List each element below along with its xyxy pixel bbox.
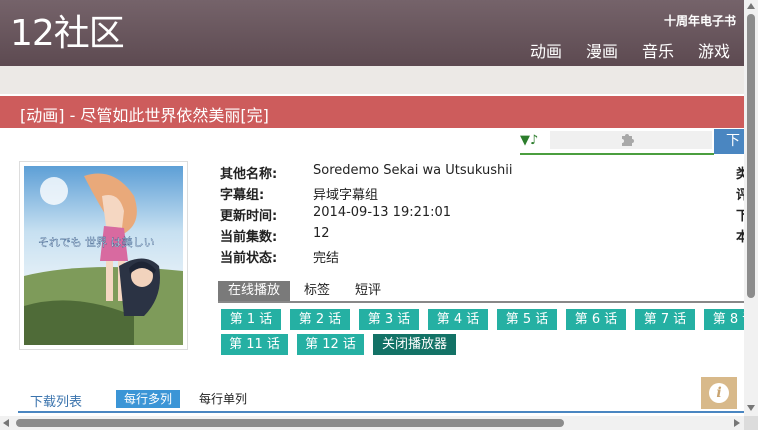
svg-text:それでも 世界 は美しい: それでも 世界 は美しい <box>38 236 155 249</box>
info-row: 更新时间: 2014-09-13 19:21:01 <box>220 205 512 226</box>
episode-button[interactable]: 第 6 话 <box>566 309 626 330</box>
download-list-header: 下载列表 每行多列 每行单列 <box>18 389 744 413</box>
horizontal-scrollbar[interactable] <box>0 416 744 430</box>
page-title: [动画] - 尽管如此世界依然美丽[完] <box>20 106 269 125</box>
right-label: 本 <box>736 230 744 245</box>
puzzle-icon <box>620 131 636 151</box>
tab-reviews[interactable]: 短评 <box>355 281 381 301</box>
tab-online-play[interactable]: 在线播放 <box>218 281 291 301</box>
right-label: 下 <box>736 209 744 224</box>
scroll-up-arrow-icon[interactable] <box>747 3 755 9</box>
download-button[interactable]: 下 <box>714 129 744 154</box>
info-value: 2014-09-13 19:21:01 <box>313 205 452 220</box>
info-value: Soredemo Sekai wa Utsukushii <box>313 163 513 178</box>
info-label: 其他名称: <box>220 167 278 182</box>
episode-button[interactable]: 第 11 话 <box>221 334 288 355</box>
info-label: 当前状态: <box>220 251 278 266</box>
info-row: 当前集数: 12 <box>220 226 512 247</box>
close-player-button[interactable]: 关闭播放器 <box>373 334 456 355</box>
info-label: 字幕组: <box>220 188 265 203</box>
info-label: 更新时间: <box>220 209 278 224</box>
anime-info: 其他名称: Soredemo Sekai wa Utsukushii 字幕组: … <box>220 163 512 268</box>
episode-button[interactable]: 第 12 话 <box>297 334 364 355</box>
info-value: 完结 <box>313 251 340 266</box>
site-logo[interactable]: 12社区 <box>10 12 125 56</box>
site-header: 12社区 十周年电子书 动画 漫画 音乐 游戏 <box>0 0 744 66</box>
vertical-scrollbar[interactable] <box>744 0 758 430</box>
info-row: 字幕组: 异域字幕组 <box>220 184 512 205</box>
episode-button[interactable]: 第 2 话 <box>290 309 350 330</box>
episode-button[interactable]: 第 5 话 <box>497 309 557 330</box>
info-icon: i <box>709 383 729 403</box>
info-value[interactable]: 异域字幕组 <box>313 184 378 205</box>
nav-anime[interactable]: 动画 <box>530 38 562 62</box>
info-row: 当前状态: 完结 <box>220 247 512 268</box>
scroll-left-arrow-icon[interactable] <box>3 419 9 427</box>
title-bar: [动画] - 尽管如此世界依然美丽[完] <box>0 96 744 128</box>
episode-button[interactable]: 第 1 话 <box>221 309 281 330</box>
scroll-right-arrow-icon[interactable] <box>734 419 740 427</box>
anniversary-ebook-link[interactable]: 十周年电子书 <box>664 12 736 29</box>
main-nav: 动画 漫画 音乐 游戏 <box>530 38 730 62</box>
sub-header-band <box>0 66 744 94</box>
episode-button[interactable]: 第 7 话 <box>635 309 695 330</box>
plugin-placeholder[interactable] <box>550 131 712 149</box>
episode-list: 第 1 话 第 2 话 第 3 话 第 4 话 第 5 话 第 6 话 第 7 … <box>221 309 744 359</box>
episode-button[interactable]: 第 3 话 <box>359 309 419 330</box>
info-row: 其他名称: Soredemo Sekai wa Utsukushii <box>220 163 512 184</box>
vertical-scroll-thumb[interactable] <box>747 14 755 298</box>
episode-button[interactable]: 第 4 话 <box>428 309 488 330</box>
right-label: 评 <box>736 188 744 203</box>
nav-manga[interactable]: 漫画 <box>586 38 618 62</box>
download-list-title: 下载列表 <box>30 395 83 410</box>
tab-tags[interactable]: 标签 <box>304 281 330 301</box>
scroll-down-arrow-icon[interactable] <box>747 405 755 411</box>
horizontal-scroll-thumb[interactable] <box>16 419 564 427</box>
info-label: 当前集数: <box>220 230 278 245</box>
detail-tabs: 在线播放 标签 短评 <box>218 281 744 303</box>
nav-music[interactable]: 音乐 <box>642 38 674 62</box>
cover-artwork: それでも 世界 は美しい <box>24 166 183 345</box>
right-info-column: 类 评 下 本 <box>736 163 744 247</box>
cover-image: それでも 世界 は美しい <box>19 161 188 350</box>
right-label: 类 <box>736 167 744 182</box>
scrollbar-corner <box>744 416 758 430</box>
single-column-mode-button[interactable]: 每行单列 <box>199 390 247 408</box>
info-value: 12 <box>313 226 330 241</box>
info-button[interactable]: i <box>701 377 737 409</box>
episode-button[interactable]: 第 8 话 <box>704 309 744 330</box>
multi-column-mode-button[interactable]: 每行多列 <box>116 390 181 408</box>
music-player[interactable]: ▼♪ <box>520 129 714 155</box>
music-icon[interactable]: ▼♪ <box>520 133 538 148</box>
nav-games[interactable]: 游戏 <box>698 38 730 62</box>
